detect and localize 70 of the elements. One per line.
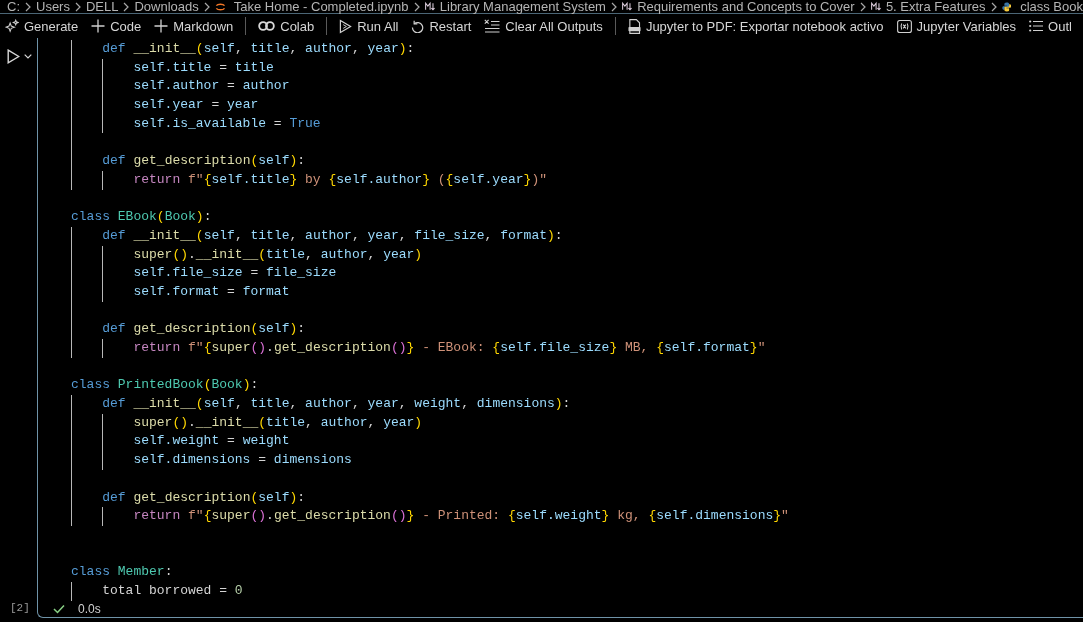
breadcrumb-item[interactable]: class Book [1020,0,1083,13]
clear-all-icon [484,19,501,33]
code-line: def get_description(self): [102,488,306,507]
chevron-icon [25,1,31,12]
code-line: self.format = format [133,282,290,301]
notebook-icon [214,0,226,13]
code-line: class PrintedBook(Book): [71,376,259,395]
code-line: def __init__(self, title, author, year, weight, dimensions): [102,395,571,414]
code-line: class Member: [71,563,173,582]
code-line: def get_description(self): [102,320,306,339]
chevron-icon [610,1,617,12]
code-line: self.author = author [133,77,290,96]
add-button[interactable]: Markdown [153,15,235,37]
code-line: self.is_available = True [133,114,321,133]
export-button[interactable]: Jupyter to PDF: Exportar notebook activo [626,15,885,37]
execution-time: 0.0s [78,602,101,616]
code-line: super().__init__(title, author, year) [133,245,423,264]
markdown-icon [424,1,435,12]
code-line: return f"{super().get_description()} - EBook: {self.file_size} MB, {self.format}" [133,339,766,357]
code-line: self.title = title [133,58,274,77]
chevron-icon [990,1,997,12]
list-icon [1029,20,1044,32]
breadcrumb-item[interactable]: 5. Extra Features [885,0,986,13]
play-icon [7,49,20,64]
plus-icon [154,19,169,33]
code-line: return f"{super().get_description()} - Printed: {self.weight} kg, {self.dimensions}" [133,507,789,526]
colab-button[interactable]: Colab [257,15,316,37]
code-line: total borrowed = 0 [102,581,243,600]
code-line: class EBook(Book): [71,208,212,227]
breadcrumb-item[interactable]: Library Management System [439,0,606,13]
breadcrumb-item[interactable]: C: [7,0,20,13]
code-line: def __init__(self, title, author, year, file_size, format): [102,226,563,245]
code-line: self.dimensions = dimensions [133,451,352,470]
clear-outputs-button[interactable]: Clear All Outputs [483,15,604,37]
code-line: self.file_size = file_size [133,264,337,283]
code-line: self.weight = weight [133,432,290,451]
code-line: def __init__(self, title, author, year): [102,40,415,58]
plus-icon [91,19,106,33]
breadcrumb-item[interactable]: DELL [85,0,119,13]
code-line: self.year = year [133,96,259,115]
chevron-icon [74,1,81,12]
chevron-icon [859,1,866,12]
breadcrumb-item[interactable]: Users [36,0,70,13]
run-all-button[interactable]: Run All [338,15,400,37]
chevron-icon [123,1,130,12]
code-line: super().__init__(title, author, year) [133,413,423,432]
breadcrumb-item[interactable]: Take Home - Completed.ipynb [233,0,409,13]
breadcrumb-item[interactable]: Requirements and Concepts to Cover [637,0,855,13]
chevron-down-icon [24,54,32,59]
play-icon [339,18,353,34]
chevron-icon [413,1,420,12]
breadcrumb-item[interactable]: Downloads [134,0,199,13]
restart-button[interactable]: Restart [410,15,473,37]
variables-button[interactable]: Jupyter Variables [895,15,1018,37]
markdown-icon [621,1,633,12]
chevron-icon [203,1,210,12]
rings-icon [258,21,276,31]
execution-count: [2] [10,602,30,614]
add-button[interactable]: Code [90,15,143,37]
markdown-icon [870,1,881,12]
run-cell-button[interactable] [6,48,33,65]
sparkle-icon [5,19,19,33]
outline-button[interactable]: Outl [1028,15,1073,37]
generate-button[interactable]: Generate [4,15,80,37]
file-type-icon [1001,0,1012,14]
restart-icon [411,19,425,33]
code-line: def get_description(self): [102,152,306,171]
code-line: return f"{self.title} by {self.author} ({self.year})" [133,170,547,189]
variables-icon [896,19,912,33]
document-icon [627,18,641,34]
